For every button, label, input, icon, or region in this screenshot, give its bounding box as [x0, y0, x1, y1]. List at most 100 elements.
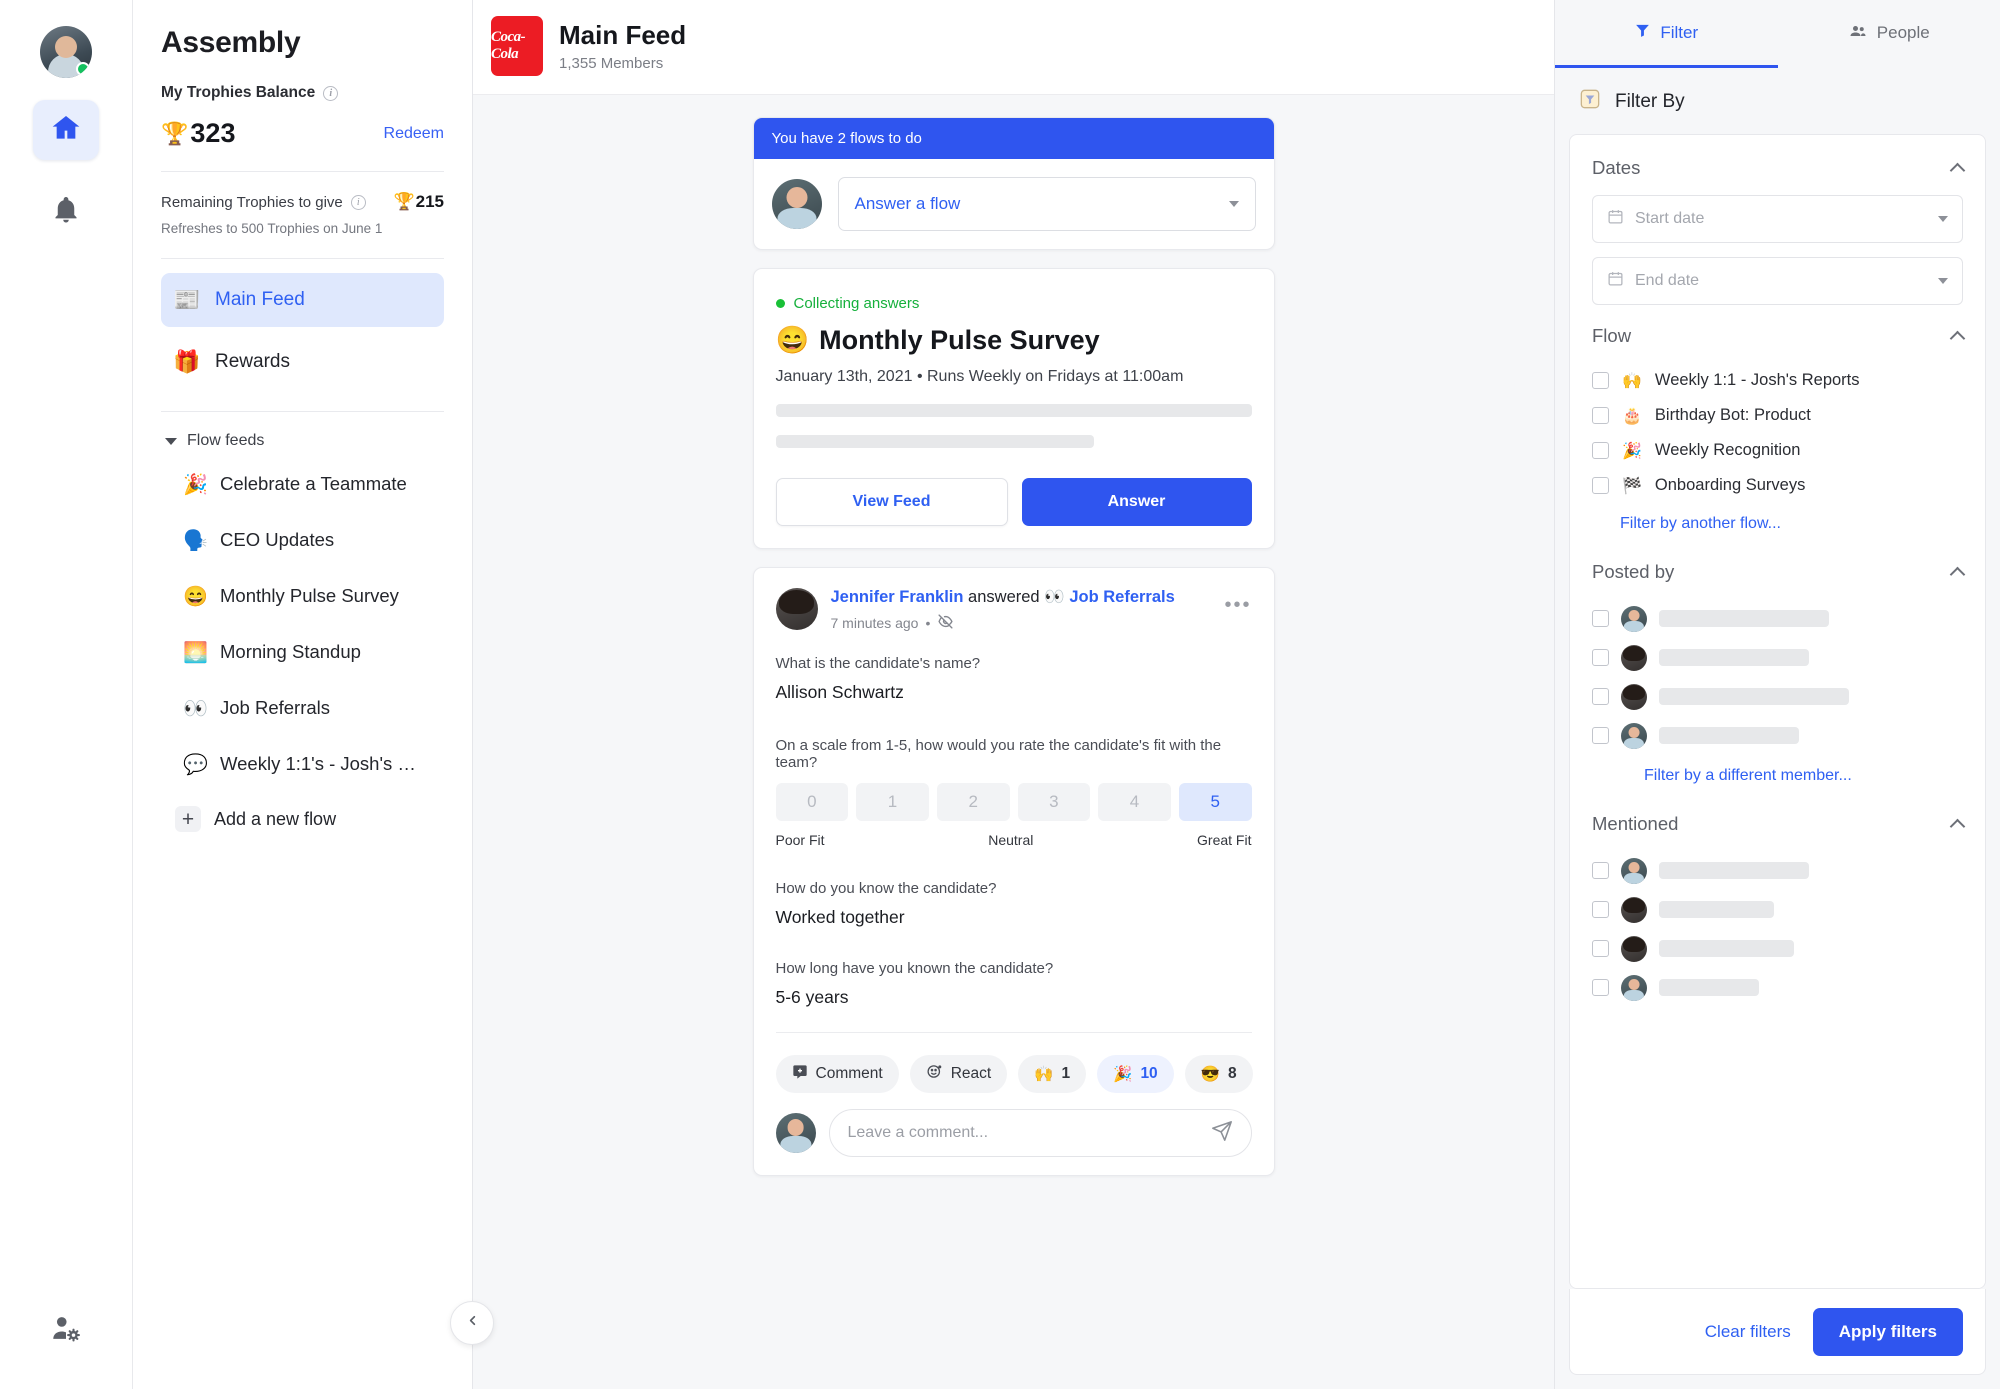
flow-checkbox-onboarding-surveys[interactable]: 🏁 Onboarding Surveys	[1592, 468, 1963, 503]
mentioned-section-header[interactable]: Mentioned	[1592, 813, 1963, 835]
posted-by-section-header[interactable]: Posted by	[1592, 561, 1963, 583]
filter-funnel-icon	[1577, 86, 1603, 118]
posted-by-row[interactable]	[1592, 599, 1963, 638]
sidebar-item-rewards[interactable]: 🎁 Rewards	[161, 335, 444, 389]
rating-option-0[interactable]: 0	[776, 783, 849, 821]
answer-a-flow-value: Answer a flow	[855, 194, 961, 214]
rating-option-2[interactable]: 2	[937, 783, 1010, 821]
sunrise-icon: 🌅	[183, 640, 207, 665]
post-flow-link[interactable]: Job Referrals	[1069, 588, 1174, 606]
rail-admin-settings-button[interactable]	[33, 1301, 99, 1361]
filter-icon	[1634, 22, 1651, 44]
avatar[interactable]	[40, 26, 92, 78]
react-button[interactable]: React	[910, 1055, 1008, 1093]
flow-item-label: Job Referrals	[220, 697, 330, 719]
mentioned-row[interactable]	[1592, 851, 1963, 890]
flow-section-header[interactable]: Flow	[1592, 325, 1963, 347]
flow-item-monthly-pulse-survey[interactable]: 😄 Monthly Pulse Survey	[161, 568, 444, 624]
home-icon	[50, 112, 82, 149]
end-date-input[interactable]: End date	[1592, 257, 1963, 305]
chevron-up-icon	[1950, 162, 1966, 178]
feed-scroll-area[interactable]: You have 2 flows to do Answer a flow Col…	[473, 95, 1554, 1389]
calendar-icon	[1607, 270, 1624, 292]
mentioned-row[interactable]	[1592, 890, 1963, 929]
filter-by-different-member-link[interactable]: Filter by a different member...	[1644, 767, 1852, 785]
checkbox[interactable]	[1592, 901, 1609, 918]
sidebar-item-main-feed[interactable]: 📰 Main Feed	[161, 273, 444, 327]
rating-option-1[interactable]: 1	[856, 783, 929, 821]
add-new-flow-button[interactable]: + Add a new flow	[161, 792, 444, 846]
survey-status-label: Collecting answers	[794, 295, 920, 312]
flow-item-celebrate-a-teammate[interactable]: 🎉 Celebrate a Teammate	[161, 456, 444, 512]
chevron-up-icon	[1950, 818, 1966, 834]
reaction-sunglasses-face[interactable]: 😎 8	[1185, 1055, 1253, 1093]
comment-input[interactable]: Leave a comment...	[829, 1109, 1252, 1157]
reaction-count: 8	[1228, 1065, 1237, 1083]
checkbox[interactable]	[1592, 688, 1609, 705]
avatar[interactable]	[776, 588, 818, 630]
posted-by-row[interactable]	[1592, 716, 1963, 755]
clear-filters-button[interactable]: Clear filters	[1705, 1322, 1791, 1342]
party-popper-icon: 🎉	[1113, 1065, 1132, 1084]
posted-by-row[interactable]	[1592, 677, 1963, 716]
start-date-input[interactable]: Start date	[1592, 195, 1963, 243]
avatar	[1621, 975, 1647, 1001]
apply-filters-button[interactable]: Apply filters	[1813, 1308, 1963, 1356]
redeem-link[interactable]: Redeem	[384, 125, 444, 143]
reaction-party-popper[interactable]: 🎉 10	[1097, 1055, 1174, 1093]
flows-todo-card: You have 2 flows to do Answer a flow	[753, 117, 1275, 250]
checkbox[interactable]	[1592, 727, 1609, 744]
flow-item-morning-standup[interactable]: 🌅 Morning Standup	[161, 624, 444, 680]
rating-option-5-selected[interactable]: 5	[1179, 783, 1252, 821]
reaction-count: 1	[1062, 1065, 1071, 1083]
member-count: 1,355 Members	[559, 55, 686, 72]
grinning-face-icon: 😄	[776, 324, 810, 356]
chevron-up-icon	[1950, 566, 1966, 582]
flow-item-job-referrals[interactable]: 👀 Job Referrals	[161, 680, 444, 736]
tab-people[interactable]: People	[1778, 0, 2000, 68]
checkbox[interactable]	[1592, 940, 1609, 957]
rail-home-button[interactable]	[33, 100, 99, 160]
view-feed-button[interactable]: View Feed	[776, 478, 1008, 526]
flow-checkbox-weekly-recognition[interactable]: 🎉 Weekly Recognition	[1592, 433, 1963, 468]
mentioned-row[interactable]	[1592, 968, 1963, 1007]
checkbox[interactable]	[1592, 610, 1609, 627]
flow-checkbox-weekly-1-1[interactable]: 🙌 Weekly 1:1 - Josh's Reports	[1592, 363, 1963, 398]
checkbox[interactable]	[1592, 477, 1609, 494]
filter-by-another-flow-link[interactable]: Filter by another flow...	[1620, 515, 1781, 533]
flow-checkbox-birthday-bot[interactable]: 🎂 Birthday Bot: Product	[1592, 398, 1963, 433]
info-icon[interactable]: i	[323, 86, 338, 101]
balance-row: 🏆 323 Redeem	[161, 118, 444, 149]
send-icon[interactable]	[1211, 1120, 1233, 1147]
rail-notifications-button[interactable]	[33, 182, 99, 242]
answer-button[interactable]: Answer	[1022, 478, 1252, 526]
filter-options-panel[interactable]: Dates Start date End date	[1569, 134, 1986, 1289]
answer-a-flow-select[interactable]: Answer a flow	[838, 177, 1256, 231]
checkbox[interactable]	[1592, 649, 1609, 666]
member-name-placeholder	[1659, 727, 1799, 744]
checkbox[interactable]	[1592, 979, 1609, 996]
rating-option-4[interactable]: 4	[1098, 783, 1171, 821]
comment-button[interactable]: Comment	[776, 1055, 899, 1093]
checkbox[interactable]	[1592, 407, 1609, 424]
more-options-icon[interactable]: •••	[1224, 594, 1251, 617]
checkbox[interactable]	[1592, 372, 1609, 389]
post-author-link[interactable]: Jennifer Franklin	[831, 588, 964, 606]
rating-option-3[interactable]: 3	[1018, 783, 1091, 821]
app-root: Assembly My Trophies Balance i 🏆 323 Red…	[0, 0, 2000, 1389]
mentioned-row[interactable]	[1592, 929, 1963, 968]
trophies-balance-label: My Trophies Balance i	[161, 84, 444, 102]
flow-feeds-section-toggle[interactable]: Flow feeds	[161, 426, 444, 456]
tab-filter[interactable]: Filter	[1555, 0, 1778, 68]
posted-by-row[interactable]	[1592, 638, 1963, 677]
reaction-raised-hands[interactable]: 🙌 1	[1018, 1055, 1086, 1093]
app-rail	[0, 0, 133, 1389]
dates-section-header[interactable]: Dates	[1592, 157, 1963, 179]
collapse-sidebar-button[interactable]	[450, 1301, 494, 1345]
checkbox[interactable]	[1592, 442, 1609, 459]
checkbox[interactable]	[1592, 862, 1609, 879]
flow-item-ceo-updates[interactable]: 🗣️ CEO Updates	[161, 512, 444, 568]
flow-item-weekly-one-on-ones[interactable]: 💬 Weekly 1:1's - Josh's Dire...	[161, 736, 444, 792]
info-icon[interactable]: i	[351, 195, 366, 210]
placeholder-bar	[776, 404, 1252, 417]
